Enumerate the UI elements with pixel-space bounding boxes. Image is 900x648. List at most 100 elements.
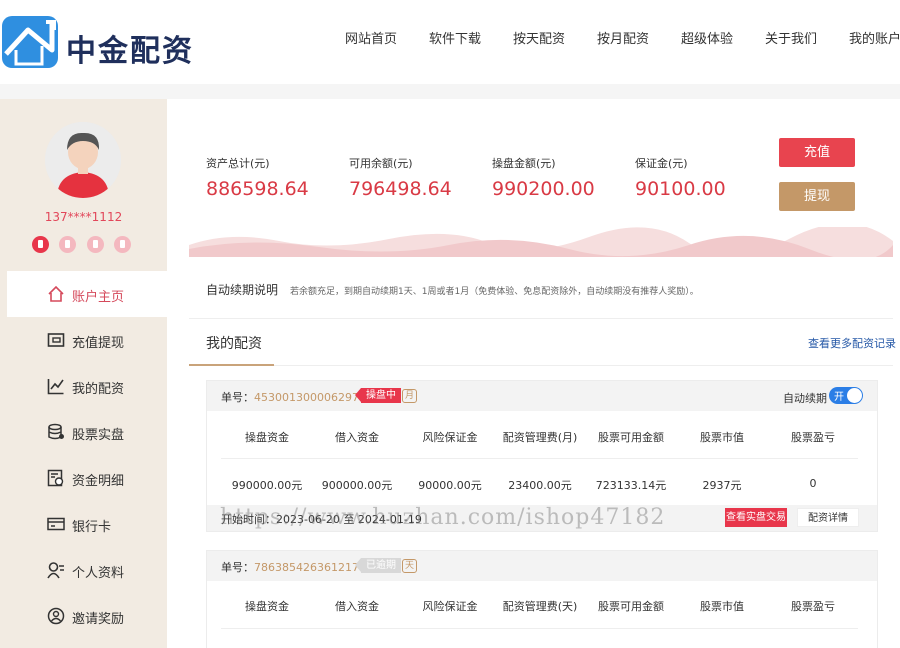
toggle-text: 开	[834, 392, 844, 403]
sidebar-item-label: 充值提现	[72, 336, 125, 351]
sidebar-item-label: 银行卡	[72, 520, 112, 535]
chart-icon	[47, 379, 64, 395]
recharge-button[interactable]: 充值	[779, 138, 855, 167]
decorative-wave	[189, 227, 893, 257]
nav-home[interactable]: 网站首页	[345, 28, 397, 47]
column-header: 借入资金	[335, 600, 379, 613]
user-profile-icon	[47, 562, 64, 579]
account-sidebar: 137****1112 账户主页 充值提现 我的配资 股票实盘 资金明细 银行卡…	[0, 99, 167, 648]
nav-my-account[interactable]: 我的账户	[849, 28, 900, 47]
financing-detail-button[interactable]: 配资详情	[797, 508, 859, 527]
identity-verify-icon[interactable]	[59, 236, 76, 253]
view-more-financing-link[interactable]: 查看更多配资记录	[808, 335, 896, 351]
sidebar-item-my-financing[interactable]: 我的配资	[7, 363, 167, 409]
order-header: 单号：453001300006297 操盘中 月 自动续期 开	[207, 381, 877, 411]
sidebar-item-label: 我的配资	[72, 382, 125, 397]
my-financing-title: 我的配资	[206, 336, 262, 352]
nav-about-us[interactable]: 关于我们	[765, 28, 817, 47]
table-cell: 900000.00元	[321, 479, 393, 492]
email-verify-icon[interactable]	[87, 236, 104, 253]
stat-value: 90100.00	[635, 178, 726, 200]
nav-daily-financing[interactable]: 按天配资	[513, 28, 565, 47]
column-header: 风险保证金	[422, 600, 478, 613]
database-icon	[48, 423, 64, 440]
sidebar-item-label: 股票实盘	[72, 428, 125, 443]
order-number-label: 单号：	[221, 391, 254, 404]
sidebar-item-profile[interactable]: 个人资料	[7, 547, 167, 593]
column-header: 配资管理费(天)	[502, 600, 578, 613]
column-header: 操盘资金	[245, 431, 289, 444]
stat-value: 990200.00	[492, 178, 595, 200]
stat-available-balance: 可用余额(元) 796498.64	[349, 155, 452, 200]
auto-renew-toggle[interactable]: 开	[829, 387, 863, 404]
table-cell: 990000.00元	[231, 479, 303, 492]
order-header: 单号：786385426361217 已逾期 天	[207, 551, 877, 581]
stat-label: 可用余额(元)	[349, 157, 413, 170]
sidebar-item-label: 邀请奖励	[72, 612, 125, 627]
view-live-trading-button[interactable]: 查看实盘交易	[725, 508, 787, 527]
financing-order-card: 单号：453001300006297 操盘中 月 自动续期 开 操盘资金 借入资…	[206, 380, 878, 532]
user-phone: 137****1112	[44, 210, 123, 224]
order-number-label: 单号：	[221, 561, 254, 574]
column-header: 股票市值	[700, 431, 744, 444]
site-header: 中金配资 网站首页 软件下载 按天配资 按月配资 超级体验 关于我们 我的账户	[0, 0, 900, 84]
home-icon	[48, 285, 64, 302]
phone-verify-icon[interactable]	[32, 236, 49, 253]
table-cell: 23400.00元	[508, 479, 572, 492]
status-badge: 操盘中	[355, 388, 401, 403]
stat-label: 资产总计(元)	[206, 157, 270, 170]
sidebar-item-account-home[interactable]: 账户主页	[7, 271, 167, 317]
sidebar-item-stock-live[interactable]: 股票实盘	[7, 409, 167, 455]
sidebar-item-label: 资金明细	[72, 474, 125, 489]
tab-underline	[189, 364, 274, 366]
wallet-icon	[47, 333, 65, 347]
table-cell: 2937元	[702, 479, 742, 492]
table-cell: 90000.00元	[418, 479, 482, 492]
divider	[189, 318, 893, 319]
verification-badges	[32, 236, 142, 254]
column-header: 股票盈亏	[791, 600, 835, 613]
column-header: 股票可用金额	[598, 431, 664, 444]
column-header: 借入资金	[335, 431, 379, 444]
period-badge: 天	[402, 559, 417, 573]
sidebar-item-invite-rewards[interactable]: 邀请奖励	[7, 593, 167, 639]
order-number: 单号：453001300006297	[221, 389, 359, 405]
column-header: 操盘资金	[245, 600, 289, 613]
order-number: 单号：786385426361217	[221, 559, 359, 575]
nav-monthly-financing[interactable]: 按月配资	[597, 28, 649, 47]
toggle-knob	[847, 388, 862, 403]
nav-software-download[interactable]: 软件下载	[429, 28, 481, 47]
ledger-icon	[47, 469, 64, 487]
auto-renew-title: 自动续期说明	[206, 283, 279, 297]
column-header: 风险保证金	[422, 431, 478, 444]
divider	[189, 365, 893, 366]
invite-icon	[47, 607, 65, 625]
column-header: 配资管理费(月)	[502, 431, 578, 444]
stat-label: 操盘金额(元)	[492, 157, 556, 170]
auto-renew-notice: 自动续期说明 若余额充足，到期自动续期1天、1周或者1月（免费体验、免息配资除外，…	[206, 281, 699, 298]
row-divider	[221, 458, 858, 459]
column-header: 股票可用金额	[598, 600, 664, 613]
order-time-range: 开始时间：2023-06-20 至 2024-01-19	[221, 513, 422, 526]
stat-trading-amount: 操盘金额(元) 990200.00	[492, 155, 595, 200]
status-badge: 已逾期	[355, 558, 401, 573]
table-cell: 0	[809, 477, 817, 490]
withdraw-button[interactable]: 提现	[779, 182, 855, 211]
stat-margin: 保证金(元) 90100.00	[635, 155, 726, 200]
main-nav: 网站首页 软件下载 按天配资 按月配资 超级体验 关于我们 我的账户	[0, 28, 900, 48]
sidebar-item-bank-card[interactable]: 银行卡	[7, 501, 167, 547]
stat-value: 796498.64	[349, 178, 452, 200]
sidebar-item-fund-details[interactable]: 资金明细	[7, 455, 167, 501]
sidebar-item-recharge-withdraw[interactable]: 充值提现	[7, 317, 167, 363]
nav-super-trial[interactable]: 超级体验	[681, 28, 733, 47]
financing-order-card: 单号：786385426361217 已逾期 天 操盘资金 借入资金 风险保证金…	[206, 550, 878, 648]
account-main: 资产总计(元) 886598.64 可用余额(元) 796498.64 操盘金额…	[167, 99, 900, 648]
lock-verify-icon[interactable]	[114, 236, 131, 253]
row-divider	[221, 628, 858, 629]
auto-renew-label: 自动续期	[783, 392, 827, 405]
auto-renew-desc: 若余额充足，到期自动续期1天、1周或者1月（免费体验、免息配资除外，自动续期没有…	[290, 287, 699, 297]
order-number-value: 453001300006297	[254, 391, 359, 404]
sidebar-item-label: 账户主页	[72, 290, 125, 305]
avatar[interactable]	[45, 122, 121, 198]
period-badge: 月	[402, 389, 417, 403]
